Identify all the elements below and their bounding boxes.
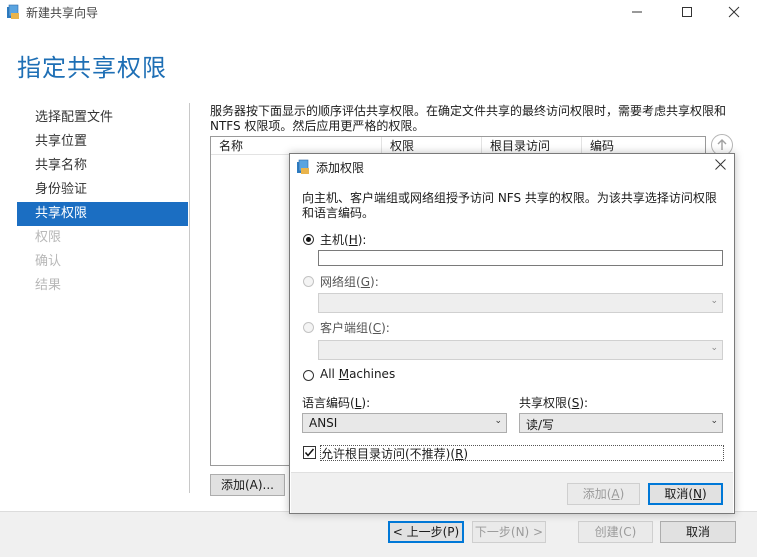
title-bar: 新建共享向导 xyxy=(0,0,757,24)
root-access-checkbox[interactable] xyxy=(303,446,316,459)
maximize-button[interactable] xyxy=(664,0,710,24)
all-machines-radio[interactable] xyxy=(303,370,314,381)
chevron-down-icon: ⌄ xyxy=(710,296,718,306)
cancel-button[interactable]: 取消 xyxy=(660,521,736,543)
dialog-close-button[interactable] xyxy=(710,156,730,176)
dialog-app-icon xyxy=(297,159,309,174)
app-icon xyxy=(7,4,19,19)
netgroup-label: 网络组(G): xyxy=(320,275,379,289)
encoding-label: 语言编码(L): xyxy=(302,396,371,410)
nav-divider xyxy=(189,103,190,493)
share-permission-value: 读/写 xyxy=(526,418,555,432)
netgroup-select[interactable]: ⌄ xyxy=(318,293,723,313)
create-button[interactable]: 创建(C) xyxy=(578,521,653,543)
dialog-add-button[interactable]: 添加(A) xyxy=(567,483,640,505)
root-access-label: 允许根目录访问(不推荐)(R) xyxy=(321,447,469,461)
client-group-label: 客户端组(C): xyxy=(320,321,390,335)
all-machines-label: All Machines xyxy=(320,367,396,381)
nav-item-share-location[interactable]: 共享位置 xyxy=(17,130,188,154)
wizard-nav: 选择配置文件 共享位置 共享名称 身份验证 共享权限 权限 确认 结果 xyxy=(17,106,188,298)
permissions-description: 服务器按下面显示的顺序评估共享权限。在确定文件共享的最终访问权限时，需要考虑共享… xyxy=(210,104,727,133)
host-label: 主机(H): xyxy=(320,233,367,247)
next-button[interactable]: 下一步(N) > xyxy=(472,521,546,543)
nav-item-authentication[interactable]: 身份验证 xyxy=(17,178,188,202)
dialog-title: 添加权限 xyxy=(316,161,365,175)
share-permission-select[interactable]: 读/写 ⌄ xyxy=(519,413,723,433)
previous-button[interactable]: < 上一步(P) xyxy=(388,521,464,543)
nav-item-confirmation: 确认 xyxy=(35,254,62,269)
dialog-cancel-button[interactable]: 取消(N) xyxy=(648,483,723,505)
window-title: 新建共享向导 xyxy=(26,6,99,20)
host-radio[interactable] xyxy=(303,234,314,245)
client-group-select[interactable]: ⌄ xyxy=(318,340,723,360)
page-title: 指定共享权限 xyxy=(17,54,167,82)
close-icon xyxy=(714,159,726,170)
nav-item-share-permissions[interactable]: 共享权限 xyxy=(17,202,188,226)
client-group-radio[interactable] xyxy=(303,322,314,333)
encoding-select[interactable]: ANSI ⌄ xyxy=(302,413,507,433)
minimize-icon xyxy=(632,11,642,13)
nav-item-results: 结果 xyxy=(35,278,62,293)
chevron-down-icon: ⌄ xyxy=(710,343,718,353)
close-icon xyxy=(728,6,740,18)
checkmark-icon xyxy=(304,448,315,457)
add-permission-dialog: 添加权限 向主机、客户端组或网络组授予访问 NFS 共享的权限。为该共享选择访问… xyxy=(289,153,735,514)
encoding-value: ANSI xyxy=(309,416,338,430)
dialog-description: 向主机、客户端组或网络组授予访问 NFS 共享的权限。为该共享选择访问权限和语言… xyxy=(302,191,717,220)
nav-item-select-profile[interactable]: 选择配置文件 xyxy=(17,106,188,130)
close-button[interactable] xyxy=(711,0,757,24)
chevron-down-icon: ⌄ xyxy=(494,416,502,426)
minimize-button[interactable] xyxy=(614,0,660,24)
host-input[interactable] xyxy=(318,250,723,266)
add-permission-button[interactable]: 添加(A)... xyxy=(210,474,285,496)
netgroup-radio[interactable] xyxy=(303,276,314,287)
chevron-down-icon: ⌄ xyxy=(710,416,718,426)
maximize-icon xyxy=(682,7,692,17)
nav-item-share-name[interactable]: 共享名称 xyxy=(17,154,188,178)
nav-item-permissions: 权限 xyxy=(35,230,62,245)
share-permission-label: 共享权限(S): xyxy=(519,396,589,410)
arrow-up-icon xyxy=(717,139,727,150)
